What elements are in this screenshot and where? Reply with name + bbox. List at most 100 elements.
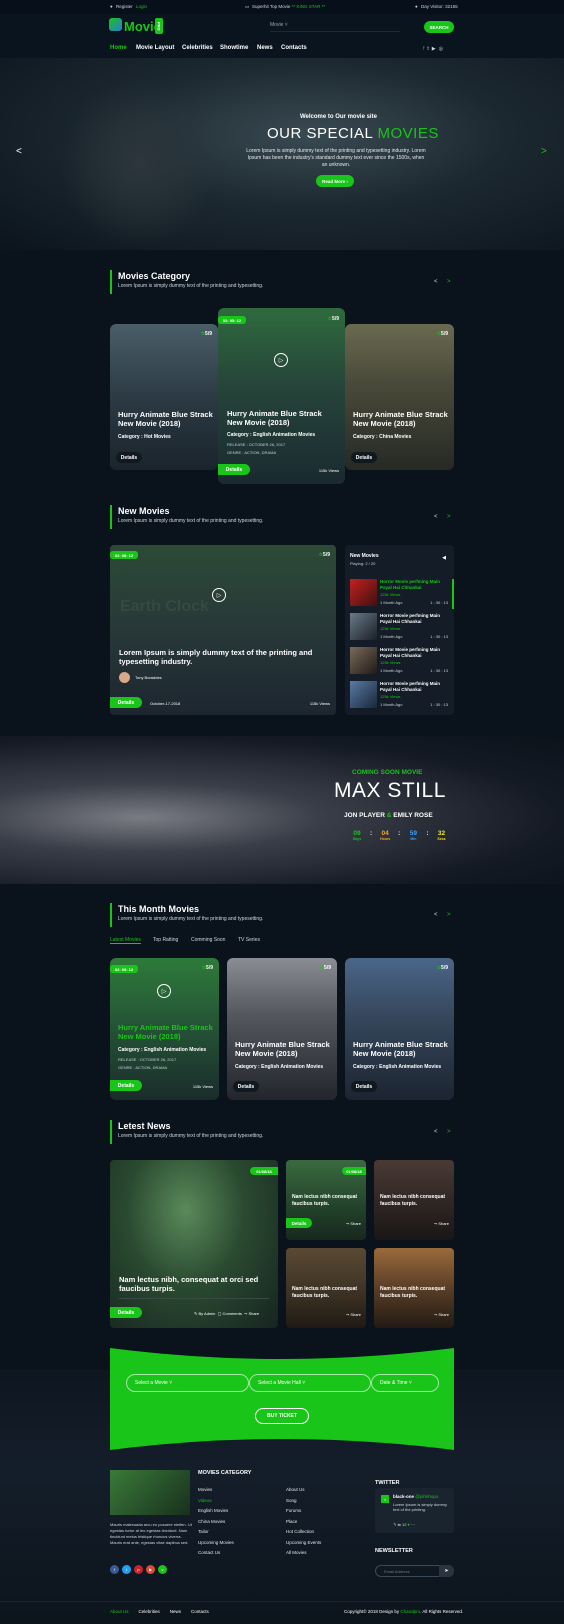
tab-comming-soon[interactable]: Comming Soon [191, 937, 225, 943]
news-card[interactable]: Nam lectus nibh consequat faucibus turpi… [374, 1248, 454, 1328]
logo-icon[interactable] [109, 18, 122, 31]
reply-icon: ↰ [393, 1522, 397, 1527]
footer-link[interactable]: Upcoming Events [286, 1540, 321, 1545]
news-next-icon[interactable]: > [447, 1129, 451, 1135]
youtube-icon[interactable]: ▶ [146, 1565, 155, 1574]
category-next-icon[interactable]: > [447, 279, 451, 285]
category-card[interactable]: ☆5/9 Hurry Animate Blue Strack New Movie… [345, 324, 454, 470]
details-button[interactable]: Details [233, 1081, 259, 1092]
details-button[interactable]: Details [110, 697, 142, 708]
prev-arrow-icon[interactable]: < [16, 146, 22, 157]
feature-movie[interactable]: 02: 08: 12 ☆5/9 Earth Clock ▷ Lorem Ipsu… [110, 545, 336, 715]
month-card[interactable]: ☆5/9 Hurry Animate Blue Strack New Movie… [345, 958, 454, 1100]
bottom-link[interactable]: News [170, 1609, 181, 1614]
footer-link[interactable]: Movies [198, 1487, 234, 1492]
details-button[interactable]: Details [286, 1218, 312, 1228]
nav-contacts[interactable]: Contacts [281, 45, 307, 51]
card-title: Hurry Animate Blue Strack New Movie (201… [353, 1040, 448, 1058]
details-button[interactable]: Details [116, 452, 142, 463]
instagram-icon[interactable]: ◎ [439, 46, 446, 52]
select-movie-dropdown[interactable]: Select a Movie ˅ [126, 1374, 249, 1392]
newmovies-prev-icon[interactable]: < [434, 514, 438, 520]
list-item[interactable]: Horror Movie perfming Main Payal Hai Chh… [350, 681, 450, 713]
list-item[interactable]: Horror Movie perfming Main Payal Hai Chh… [350, 613, 450, 645]
footer-link[interactable]: English Movies [198, 1508, 234, 1513]
rating: ☆5/9 [436, 965, 448, 971]
bottom-link[interactable]: About Us [110, 1609, 129, 1614]
pinterest-icon[interactable]: p [134, 1565, 143, 1574]
news-card[interactable]: 01/08/18 Nam lectus nibh consequat fauci… [286, 1160, 366, 1240]
facebook-icon[interactable]: f [110, 1565, 119, 1574]
avatar [119, 672, 130, 683]
tab-latest[interactable]: Latest Movies [110, 937, 141, 944]
footer-link[interactable]: Forums [286, 1508, 321, 1513]
send-icon[interactable]: ➤ [439, 1565, 454, 1577]
login-link[interactable]: Login [136, 4, 147, 9]
newmovies-next-icon[interactable]: > [447, 514, 451, 520]
logo-badge: PRO [155, 18, 163, 34]
scrollbar[interactable] [452, 579, 454, 609]
youtube-icon[interactable]: ▶ [432, 46, 439, 52]
list-item[interactable]: Horror Movie perfming Main Payal Hai Chh… [350, 579, 450, 611]
promo-text: Superhit Top Movie ** KING STAR ** [252, 4, 326, 9]
next-arrow-icon[interactable]: > [541, 146, 547, 157]
footer-link[interactable]: Tailor [198, 1529, 234, 1534]
month-card-featured[interactable]: 02: 05: 12 ☆5/9 ▷ Hurry Animate Blue Str… [110, 958, 219, 1100]
twitter-icon[interactable]: t [122, 1565, 131, 1574]
register-link[interactable]: Register [116, 4, 133, 9]
news-card[interactable]: Nam lectus nibh consequat faucibus turpi… [286, 1248, 366, 1328]
select-hall-dropdown[interactable]: Select a Movie Hall ˅ [249, 1374, 371, 1392]
bottom-link[interactable]: Contacts [191, 1609, 209, 1614]
views-count: 115k Views [192, 1084, 213, 1089]
newmovies-subtitle: Lorem Ipsum is simply dummy text of the … [118, 518, 264, 524]
nav-home[interactable]: Home [110, 45, 127, 51]
footer-link[interactable]: Upcoming Movies [198, 1540, 234, 1545]
news-card-featured[interactable]: 01/08/18 Nam lectus nibh, consequat at o… [110, 1160, 278, 1328]
nav-movie-layout[interactable]: Movie Layout [136, 45, 174, 51]
details-button[interactable]: Details [218, 464, 250, 475]
category-prev-icon[interactable]: < [434, 279, 438, 285]
play-icon[interactable]: ▷ [212, 588, 226, 602]
footer-link[interactable]: Videos [198, 1498, 234, 1503]
category-card-featured[interactable]: 02: 05: 12 ☆5/9 ▷ Hurry Animate Blue Str… [218, 308, 345, 484]
buy-ticket-button[interactable]: BUY TICKET [255, 1408, 309, 1424]
nav-celebrities[interactable]: Celebrities [182, 45, 213, 51]
genre: GENRE : ACTION, DRAMA [118, 1065, 168, 1070]
date-time-dropdown[interactable]: Date & Time ˅ [371, 1374, 439, 1392]
nav-news[interactable]: News [257, 45, 273, 51]
vine-icon[interactable]: v [158, 1565, 167, 1574]
footer-link[interactable]: Hot Collection [286, 1529, 321, 1534]
footer-link[interactable]: About Us [286, 1487, 321, 1492]
details-button[interactable]: Details [110, 1307, 142, 1318]
category-subtitle: Lorem Ipsum is simply dummy text of the … [118, 283, 264, 289]
details-button[interactable]: Details [351, 452, 377, 463]
footer-link[interactable]: All Movies [286, 1550, 321, 1555]
social-icons[interactable]: ft▶◎ [423, 46, 446, 52]
nav-showtime[interactable]: Showtime [220, 45, 248, 51]
volume-icon[interactable]: ◀ [442, 555, 446, 561]
read-more-button[interactable]: Read More › [316, 175, 354, 187]
news-prev-icon[interactable]: < [434, 1129, 438, 1135]
details-button[interactable]: Details [110, 1080, 142, 1091]
newmovies-title: New Movies [118, 506, 170, 516]
month-prev-icon[interactable]: < [434, 912, 438, 918]
details-button[interactable]: Details [351, 1081, 377, 1092]
tab-tv-series[interactable]: TV Series [238, 937, 260, 943]
bottom-link[interactable]: Celebrities [139, 1609, 160, 1614]
footer-link[interactable]: Place [286, 1519, 321, 1524]
footer-link[interactable]: Song [286, 1498, 321, 1503]
play-icon[interactable]: ▷ [274, 353, 288, 367]
search-input[interactable] [270, 20, 400, 32]
share-icon: ⤳ [433, 1221, 438, 1226]
search-button[interactable]: SEARCH [424, 21, 454, 33]
month-card[interactable]: ☆5/9 Hurry Animate Blue Strack New Movie… [227, 958, 337, 1100]
play-icon[interactable]: ▷ [157, 984, 171, 998]
tab-top-ratting[interactable]: Top Ratting [153, 937, 178, 943]
list-item[interactable]: Horror Movie perfming Main Payal Hai Chh… [350, 647, 450, 679]
news-card[interactable]: Nam lectus nibh consequat faucibus turpi… [374, 1160, 454, 1240]
footer-link[interactable]: Contact Us [198, 1550, 234, 1555]
footer-link[interactable]: China Movies [198, 1519, 234, 1524]
month-next-icon[interactable]: > [447, 912, 451, 918]
share-link: ⤳ Share [345, 1312, 361, 1317]
category-card[interactable]: ☆5/9 Hurry Animate Blue Strack New Movie… [110, 324, 218, 470]
